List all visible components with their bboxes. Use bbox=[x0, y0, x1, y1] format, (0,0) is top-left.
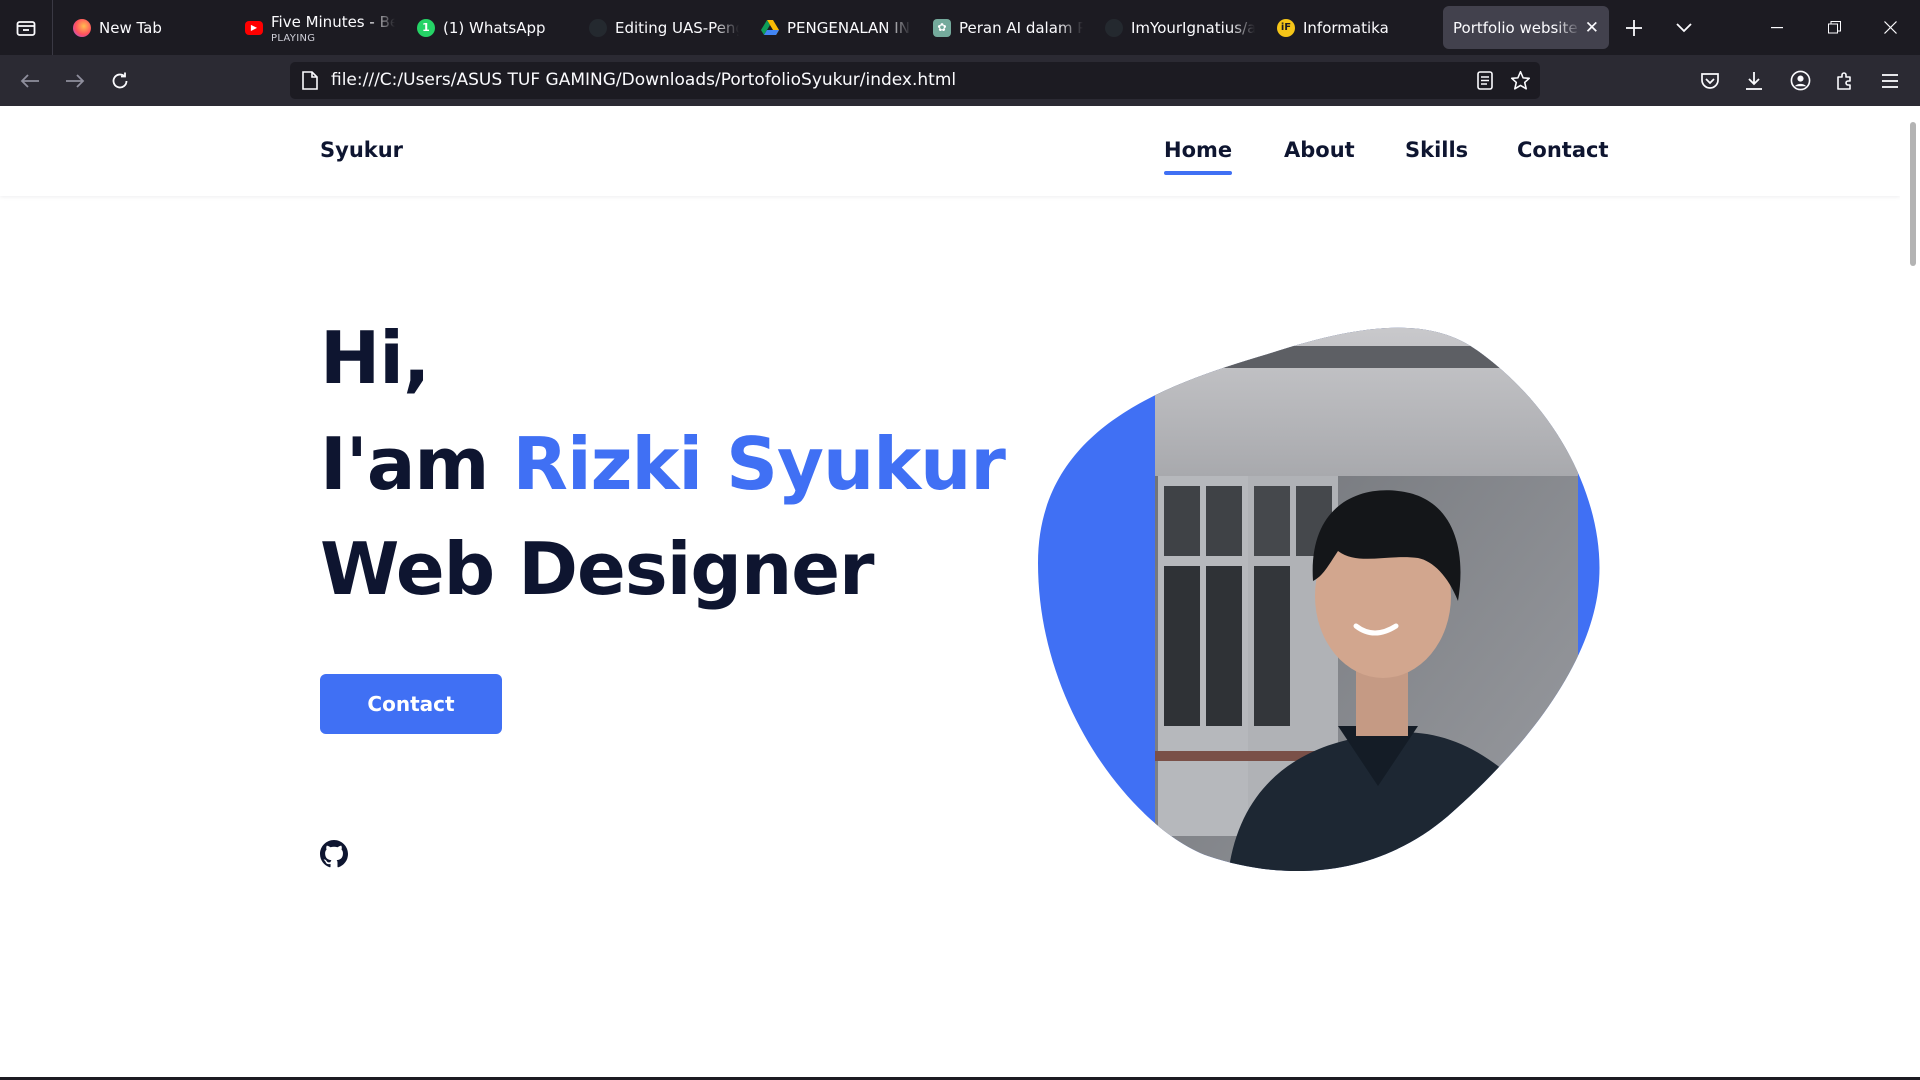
nav-skills[interactable]: Skills bbox=[1405, 138, 1468, 162]
google-drive-icon bbox=[761, 19, 779, 37]
download-icon bbox=[1746, 71, 1762, 90]
tab-overflow-button[interactable] bbox=[1659, 0, 1709, 55]
nav-about[interactable]: About bbox=[1284, 138, 1355, 162]
minimize-button[interactable] bbox=[1749, 0, 1805, 55]
close-tab-icon[interactable]: ✕ bbox=[1585, 18, 1599, 38]
hero-intro-prefix: I'am bbox=[320, 422, 513, 506]
nav-home[interactable]: Home bbox=[1164, 138, 1233, 175]
restore-icon bbox=[1827, 21, 1841, 34]
hero-intro-line: I'am Rizki Syukur bbox=[320, 422, 1006, 506]
tab-title: ImYourIgnatius/as bbox=[1131, 18, 1255, 37]
pocket-icon bbox=[1701, 72, 1719, 89]
tab-github-repo[interactable]: ImYourIgnatius/as bbox=[1095, 6, 1265, 49]
site-logo[interactable]: Syukur bbox=[320, 138, 403, 162]
app-menu-button[interactable] bbox=[1868, 55, 1912, 106]
tab-chatgpt[interactable]: ✿ Peran AI dalam Pe bbox=[923, 6, 1093, 49]
account-button[interactable] bbox=[1778, 55, 1822, 106]
page-viewport: Syukur Home About Skills Contact Hi, I'a… bbox=[0, 106, 1920, 1080]
site-header: Syukur Home About Skills Contact bbox=[0, 106, 1900, 196]
close-window-button[interactable] bbox=[1862, 0, 1918, 55]
tab-title: PENGENALAN INF bbox=[787, 18, 911, 37]
reload-icon bbox=[112, 72, 128, 88]
account-icon bbox=[1790, 70, 1810, 91]
chatgpt-icon: ✿ bbox=[933, 18, 951, 37]
hamburger-menu-icon bbox=[1882, 73, 1898, 88]
tab-title: Informatika bbox=[1303, 18, 1389, 37]
new-tab-button[interactable] bbox=[1609, 0, 1659, 55]
chevron-down-icon bbox=[1676, 22, 1692, 32]
pocket-button[interactable] bbox=[1688, 55, 1732, 106]
bookmark-star-icon[interactable] bbox=[1510, 70, 1531, 91]
browser-toolbar: file:///C:/Users/ASUS TUF GAMING/Downloa… bbox=[0, 55, 1920, 106]
whatsapp-icon: 1 bbox=[417, 18, 435, 37]
extensions-button[interactable] bbox=[1823, 55, 1867, 106]
puzzle-icon bbox=[1837, 71, 1851, 90]
tab-google-drive[interactable]: PENGENALAN INF bbox=[751, 6, 921, 49]
tab-youtube[interactable]: ▶ Five Minutes - Bea PLAYING bbox=[235, 6, 405, 49]
tab-title: New Tab bbox=[99, 18, 162, 37]
firefox-icon bbox=[73, 18, 91, 37]
reader-view-icon[interactable] bbox=[1477, 71, 1493, 90]
tab-github-editing[interactable]: Editing UAS-Peng bbox=[579, 6, 749, 49]
minimize-icon bbox=[1771, 26, 1783, 28]
tab-title: Portfolio website R bbox=[1453, 18, 1581, 37]
arrow-right-icon bbox=[66, 73, 85, 88]
close-icon bbox=[1883, 21, 1897, 34]
restore-button[interactable] bbox=[1806, 0, 1862, 55]
contact-button[interactable]: Contact bbox=[320, 674, 502, 734]
hero-greeting: Hi, bbox=[320, 316, 430, 400]
hero-role: Web Designer bbox=[320, 527, 875, 611]
tab-new-tab[interactable]: New Tab bbox=[63, 6, 233, 49]
tab-informatika[interactable]: iF Informatika bbox=[1267, 6, 1437, 49]
scrollbar-thumb[interactable] bbox=[1910, 122, 1916, 266]
tab-list-icon bbox=[16, 20, 36, 36]
nav-contact[interactable]: Contact bbox=[1517, 138, 1609, 162]
list-all-tabs-button[interactable] bbox=[0, 0, 53, 55]
tab-title: Peran AI dalam Pe bbox=[959, 18, 1083, 37]
tab-title: Five Minutes - Bea bbox=[271, 12, 395, 31]
tab-title: (1) WhatsApp bbox=[443, 18, 546, 37]
github-link[interactable] bbox=[320, 840, 348, 868]
tab-playing-label: PLAYING bbox=[271, 33, 316, 44]
browser-tab-bar: New Tab ▶ Five Minutes - Bea PLAYING 1 (… bbox=[0, 0, 1920, 55]
page-scrollbar[interactable] bbox=[1900, 106, 1920, 1080]
github-icon bbox=[320, 840, 348, 868]
arrow-left-icon bbox=[20, 73, 39, 88]
youtube-icon: ▶ bbox=[245, 20, 263, 35]
forward-button[interactable] bbox=[53, 55, 97, 106]
address-bar[interactable]: file:///C:/Users/ASUS TUF GAMING/Downloa… bbox=[290, 62, 1540, 99]
informatika-icon: iF bbox=[1277, 18, 1295, 37]
back-button[interactable] bbox=[8, 55, 52, 106]
profile-image-blob bbox=[1038, 326, 1600, 876]
reload-button[interactable] bbox=[98, 55, 142, 106]
tab-portfolio-active[interactable]: Portfolio website R ✕ bbox=[1443, 6, 1609, 49]
github-icon bbox=[1105, 18, 1123, 37]
tab-title: Editing UAS-Peng bbox=[615, 18, 739, 37]
github-icon bbox=[589, 18, 607, 37]
plus-icon bbox=[1626, 19, 1642, 36]
profile-photo bbox=[1038, 327, 1600, 872]
downloads-button[interactable] bbox=[1732, 55, 1776, 106]
tab-whatsapp[interactable]: 1 (1) WhatsApp bbox=[407, 6, 577, 49]
page-icon bbox=[302, 71, 318, 90]
hero-name: Rizki Syukur bbox=[512, 422, 1006, 506]
url-text[interactable]: file:///C:/Users/ASUS TUF GAMING/Downloa… bbox=[331, 62, 956, 99]
